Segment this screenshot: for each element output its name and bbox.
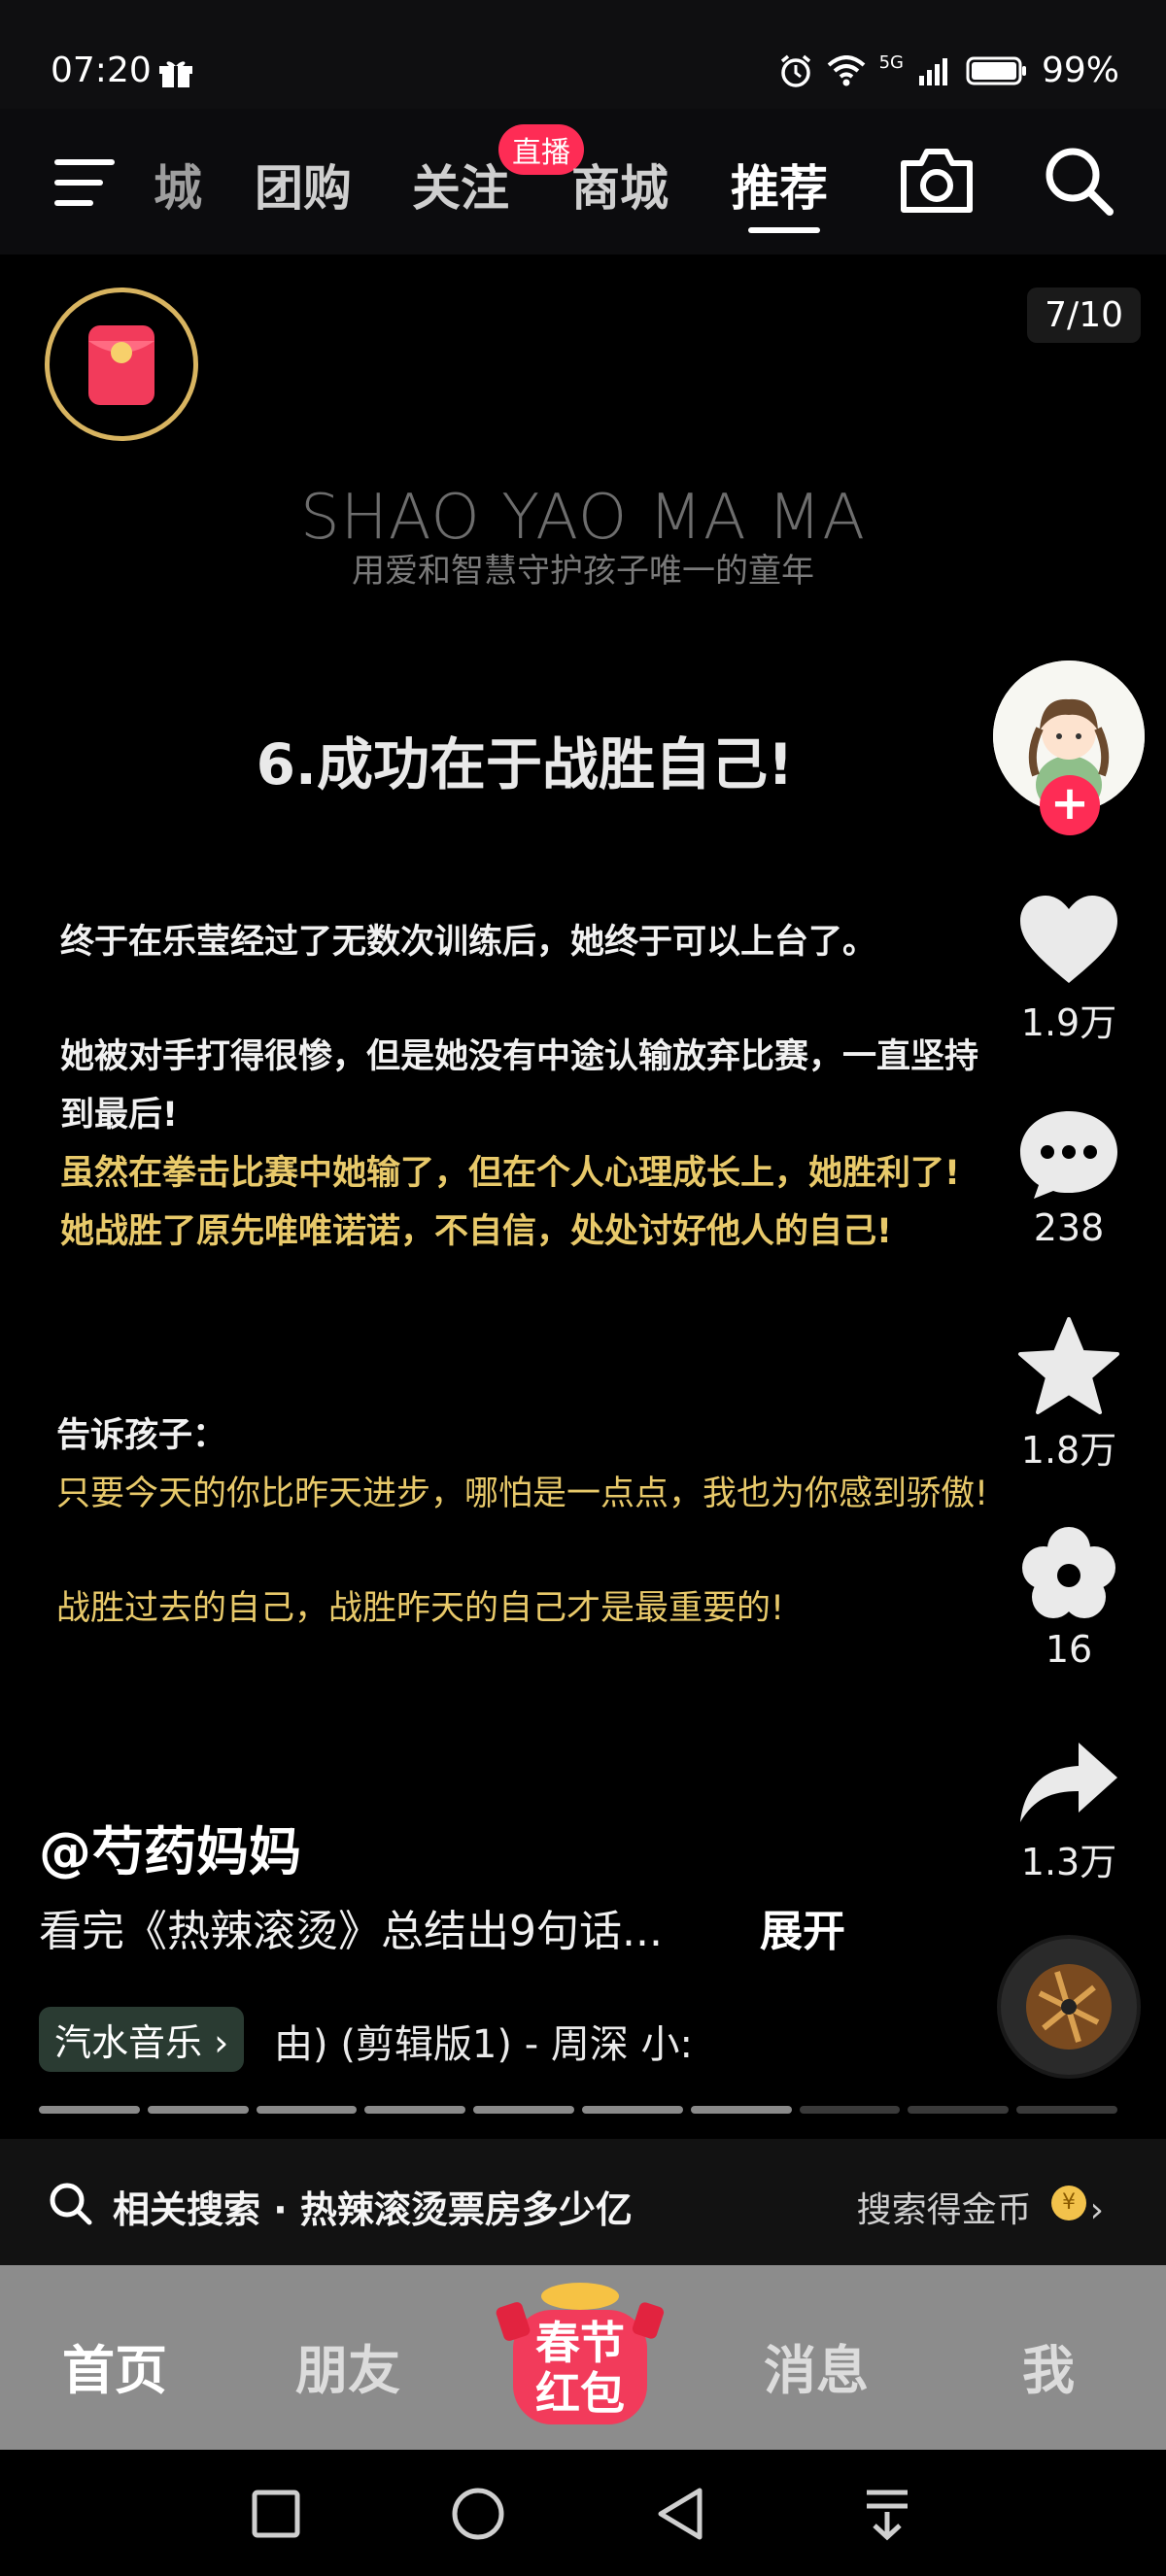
paragraph-4: 告诉孩子： [56,1416,227,1455]
paragraph-2a: 她被对手打得很惨，但是她没有中途认输放弃比赛，一直坚持 [60,1037,979,1076]
status-time: 07:20 [51,51,152,90]
flower-count: 16 [1045,1628,1093,1671]
battery-icon [966,56,1026,85]
like-count: 1.9万 [1020,1001,1117,1044]
status-icons: 5G 99% [778,51,1119,90]
coin-icon: ¥ [1051,2186,1086,2220]
progress-segment [908,2106,1010,2114]
tab-mall-partial[interactable]: 城 [154,150,202,220]
progress-segment [147,2106,249,2114]
progress-segment [799,2106,901,2114]
network-label: 5G [878,52,904,73]
progress-segment [364,2106,466,2114]
spring-label-line2: 红包 [535,2367,625,2420]
nav-me[interactable]: 我 [1022,2327,1075,2404]
brand-title: SHAO YAO MA MA [300,482,866,554]
comment-icon [1020,1111,1117,1199]
back-icon[interactable] [655,2487,707,2541]
favorite-button[interactable]: 1.8万 [1001,1317,1137,1474]
progress-segment [1016,2106,1117,2114]
wifi-icon [827,54,865,85]
flower-button[interactable]: 16 [1001,1525,1137,1671]
related-search-bar[interactable]: 相关搜索 · 热辣滚烫票房多少亿 搜索得金币 › ¥ [0,2139,1166,2265]
brand-subtitle: 用爱和智慧守护孩子唯一的童年 [352,552,814,591]
share-button[interactable]: 1.3万 [1001,1739,1137,1885]
nav-messages[interactable]: 消息 [764,2327,869,2404]
recent-apps-icon[interactable] [251,2489,301,2539]
share-arrow-icon [1020,1743,1117,1822]
paragraph-5: 只要今天的你比昨天进步，哪怕是一点点，我也为你感到骄傲! [56,1474,989,1513]
progress-segment [473,2106,574,2114]
comment-count: 238 [1033,1206,1105,1249]
nav-home[interactable]: 首页 [62,2327,167,2404]
red-envelope-icon [88,325,154,405]
heart-icon [1020,896,1117,983]
paragraph-3b: 她战胜了原先唯唯诺诺，不自信，处处讨好他人的自己! [60,1212,892,1251]
tab-follow[interactable]: 关注 [412,150,509,220]
system-nav-bar [0,2450,1166,2576]
alarm-icon [780,54,810,87]
red-packet-timer[interactable] [45,288,198,441]
spring-festival-red-packet-button[interactable]: 春节 红包 [494,2275,667,2438]
flower-icon [1022,1527,1115,1618]
paragraph-1: 终于在乐莹经过了无数次训练后，她终于可以上台了。 [60,923,877,962]
tab-recommend[interactable]: 推荐 [731,150,828,220]
active-tab-indicator [748,227,820,233]
star-icon [1018,1317,1119,1414]
music-track-title[interactable]: 由) (剪辑版1) - 周深 小: [274,2013,693,2069]
follow-button[interactable]: + [1040,775,1100,835]
top-nav: 城 团购 关注 直播 商城 推荐 [0,109,1166,254]
album-cover-icon [1026,1964,1112,2050]
progress-segment [690,2106,792,2114]
progress-segment [39,2106,140,2114]
progress-segment [256,2106,358,2114]
video-description: 看完《热辣滚烫》总结出9句话... [39,1907,663,1956]
related-search-text: 相关搜索 · 热辣滚烫票房多少亿 [113,2188,633,2231]
menu-icon[interactable] [54,155,120,210]
image-progress-bar [39,2106,1117,2114]
image-counter: 7/10 [1027,288,1141,343]
tab-group-buy[interactable]: 团购 [255,150,352,220]
camera-icon[interactable] [898,144,976,216]
status-bar: 07:20 5G 99% [0,0,1166,109]
search-icon [50,2183,92,2225]
author-name[interactable]: @芍药妈妈 [39,1809,301,1885]
paragraph-3a: 虽然在拳击比赛中她输了，但在个人心理成长上，她胜利了! [60,1154,960,1193]
spring-label-line1: 春节 [535,2317,625,2369]
signal-icon [918,57,947,85]
bottom-nav: 首页 朋友 春节 红包 消息 我 [0,2265,1166,2450]
search-icon[interactable] [1044,146,1115,218]
tab-shop[interactable]: 商城 [571,150,669,220]
share-count: 1.3万 [1020,1841,1117,1883]
gift-icon [159,61,192,87]
search-coin-text: 搜索得金币 [856,2190,1032,2230]
nav-friends[interactable]: 朋友 [295,2327,400,2404]
music-disc[interactable] [1001,1939,1137,2075]
chevron-right-icon: › [1089,2190,1104,2230]
paragraph-6: 战胜过去的自己，战胜昨天的自己才是最重要的! [56,1589,785,1628]
music-app-chip[interactable]: 汽水音乐 › [39,2007,245,2072]
home-circle-icon[interactable] [451,2487,505,2541]
paragraph-2b: 到最后! [60,1096,178,1135]
favorite-count: 1.8万 [1020,1429,1117,1472]
progress-segment [581,2106,683,2114]
expand-button[interactable]: 展开 [760,1896,845,1958]
like-button[interactable]: 1.9万 [1001,894,1137,1046]
battery-percent: 99% [1041,51,1119,90]
notification-pull-icon[interactable] [863,2489,911,2541]
slide-heading: 6.成功在于战胜自己! [256,731,794,797]
comment-button[interactable]: 238 [1001,1107,1137,1249]
